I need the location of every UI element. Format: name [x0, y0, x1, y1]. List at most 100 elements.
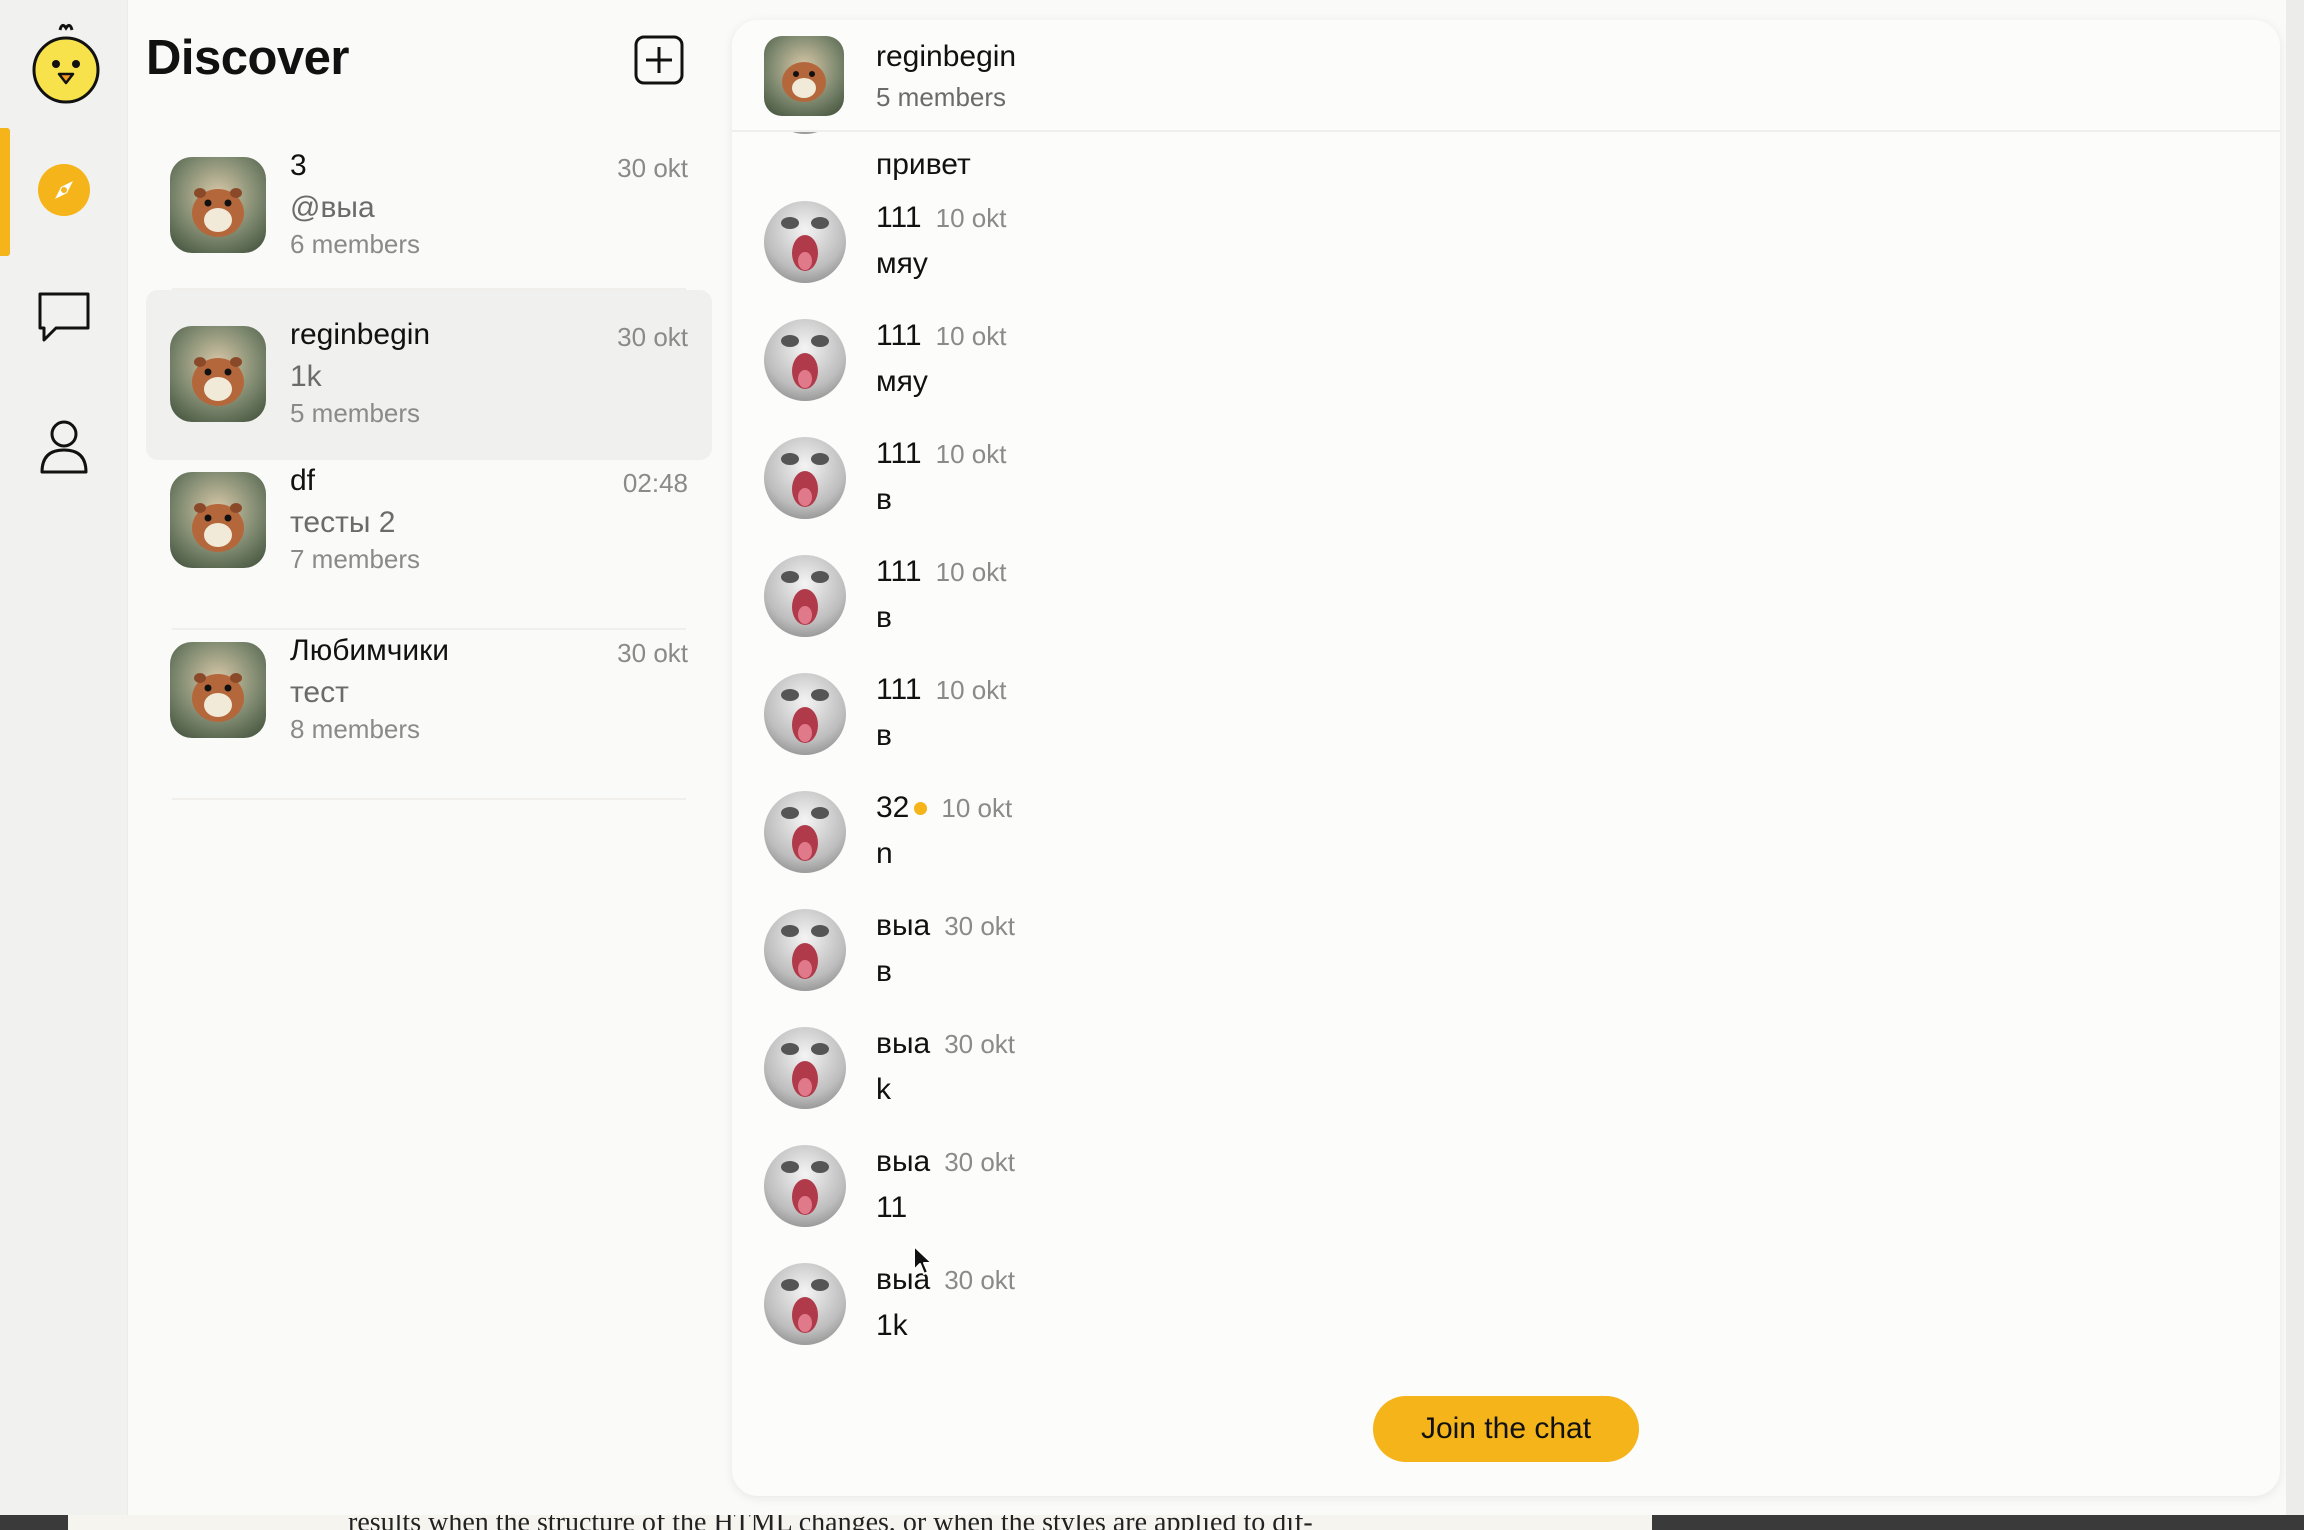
avatar[interactable]	[764, 437, 846, 519]
avatar[interactable]	[764, 319, 846, 401]
message-author: выа 30 okt	[876, 909, 1015, 943]
author-name: 111	[876, 201, 922, 234]
message-author: 111 10 okt	[876, 437, 1006, 471]
message-text: в	[876, 955, 892, 988]
chat-name: df	[290, 464, 316, 497]
message-date: 10 okt	[935, 438, 1007, 469]
message-text: 1k	[876, 1309, 908, 1342]
avatar	[170, 642, 266, 738]
message-text: 11	[876, 1191, 908, 1224]
avatar[interactable]	[764, 1145, 846, 1227]
chat-preview: тесты 2	[290, 506, 396, 539]
message-item: выа 30 okt k	[764, 1027, 1664, 1127]
author-name: 111	[876, 319, 922, 352]
nav-profile-button[interactable]	[26, 410, 102, 486]
author-name: выа	[876, 1145, 931, 1178]
message-item: 32 10 okt n	[764, 791, 1664, 891]
message-date: 30 okt	[944, 910, 1016, 941]
message-text: в	[876, 719, 892, 752]
message-author: 111 10 okt	[876, 555, 1006, 589]
avatar[interactable]	[764, 791, 846, 873]
avatar	[170, 157, 266, 253]
chat-time: 02:48	[622, 468, 688, 498]
avatar	[170, 326, 266, 422]
chat-preview: тест	[290, 676, 349, 709]
avatar	[170, 472, 266, 568]
active-nav-indicator	[0, 128, 10, 256]
user-icon	[34, 416, 94, 481]
message-item: 111 10 okt мяу	[764, 319, 1664, 419]
mouse-cursor-icon	[912, 1244, 936, 1278]
author-name: выа	[876, 909, 931, 942]
message-author: выа 30 okt	[876, 1263, 1015, 1297]
chat-members: 8 members	[290, 714, 421, 744]
online-indicator	[914, 801, 928, 815]
message-date: 10 okt	[935, 202, 1007, 233]
chick-logo-icon[interactable]	[26, 20, 106, 106]
chat-preview: 1k	[290, 360, 322, 393]
chat-members: 5 members	[290, 398, 421, 428]
avatar[interactable]	[764, 1027, 846, 1109]
author-name: 32	[876, 791, 910, 824]
message-text: в	[876, 483, 892, 516]
avatar[interactable]	[764, 201, 846, 283]
join-chat-button[interactable]: Join the chat	[1373, 1396, 1639, 1462]
message-date: 30 okt	[944, 1146, 1016, 1177]
discover-panel: Discover 3 30 okt @выа 6 members reginbe…	[128, 0, 728, 1515]
chat-list-item[interactable]: Любимчики 30 okt тест 8 members	[146, 630, 712, 800]
message-date: 30 okt	[944, 1028, 1016, 1059]
compass-icon	[34, 160, 94, 225]
page-title: Discover	[146, 31, 350, 85]
message-date: 30 okt	[944, 1264, 1016, 1295]
message-date: 10 okt	[935, 556, 1007, 587]
avatar[interactable]	[764, 36, 844, 116]
nav-discover-button[interactable]	[26, 154, 102, 230]
message-item: выа 30 okt в	[764, 909, 1664, 1009]
plus-square-icon	[633, 35, 685, 90]
message-date: 10 okt	[935, 674, 1007, 705]
chat-members: 6 members	[290, 229, 421, 259]
message-text: мяу	[876, 247, 928, 280]
message-author: 111 10 okt	[876, 673, 1006, 707]
message-text: k	[876, 1073, 891, 1106]
chat-bubble-icon	[34, 286, 94, 351]
message-item: 111 10 okt в	[764, 437, 1664, 537]
avatar[interactable]	[764, 673, 846, 755]
message-item: выа 30 okt 1k	[764, 1263, 1664, 1363]
chat-preview: @выа	[290, 191, 375, 224]
chat-list-item[interactable]: 3 30 okt @выа 6 members	[146, 145, 712, 290]
chat-time: 30 okt	[617, 322, 688, 352]
new-chat-button[interactable]	[633, 34, 685, 86]
message-author: выа 30 okt	[876, 1027, 1015, 1061]
conversation-members: 5 members	[876, 82, 1007, 112]
message-author: 32 10 okt	[876, 791, 1012, 825]
message-item: 111 10 okt мяу	[764, 201, 1664, 301]
chat-list-item[interactable]: reginbegin 30 okt 1k 5 members	[146, 290, 712, 460]
nav-chats-button[interactable]	[26, 280, 102, 356]
chat-list-item[interactable]: df 02:48 тесты 2 7 members	[146, 460, 712, 630]
divider	[172, 798, 686, 800]
message-text: в	[876, 601, 892, 634]
message-date: 10 okt	[935, 320, 1007, 351]
message-date: 10 okt	[941, 792, 1013, 823]
message-text: n	[876, 837, 893, 870]
message-author: 111 10 okt	[876, 201, 1006, 235]
conversation-title: reginbegin	[876, 40, 1017, 73]
author-name: 111	[876, 673, 922, 706]
background-page: results when the structure of the HTML c…	[68, 1515, 1652, 1530]
message-text: привет	[876, 148, 971, 181]
background-text: results when the structure of the HTML c…	[348, 1515, 1313, 1530]
author-name: выа	[876, 1027, 931, 1060]
author-name: 111	[876, 437, 922, 470]
author-name: 111	[876, 555, 922, 588]
chat-name: 3	[290, 149, 307, 182]
avatar[interactable]	[764, 1263, 846, 1345]
avatar[interactable]	[764, 555, 846, 637]
message-list[interactable]: привет 111 10 okt мяу 111 10 okt мяу 111…	[732, 20, 2280, 1496]
chat-name: reginbegin	[290, 318, 431, 351]
message-item: 111 10 okt в	[764, 555, 1664, 655]
conversation-header: reginbegin 5 members	[732, 20, 2280, 132]
avatar[interactable]	[764, 909, 846, 991]
chat-time: 30 okt	[617, 638, 688, 668]
message-text: мяу	[876, 365, 928, 398]
